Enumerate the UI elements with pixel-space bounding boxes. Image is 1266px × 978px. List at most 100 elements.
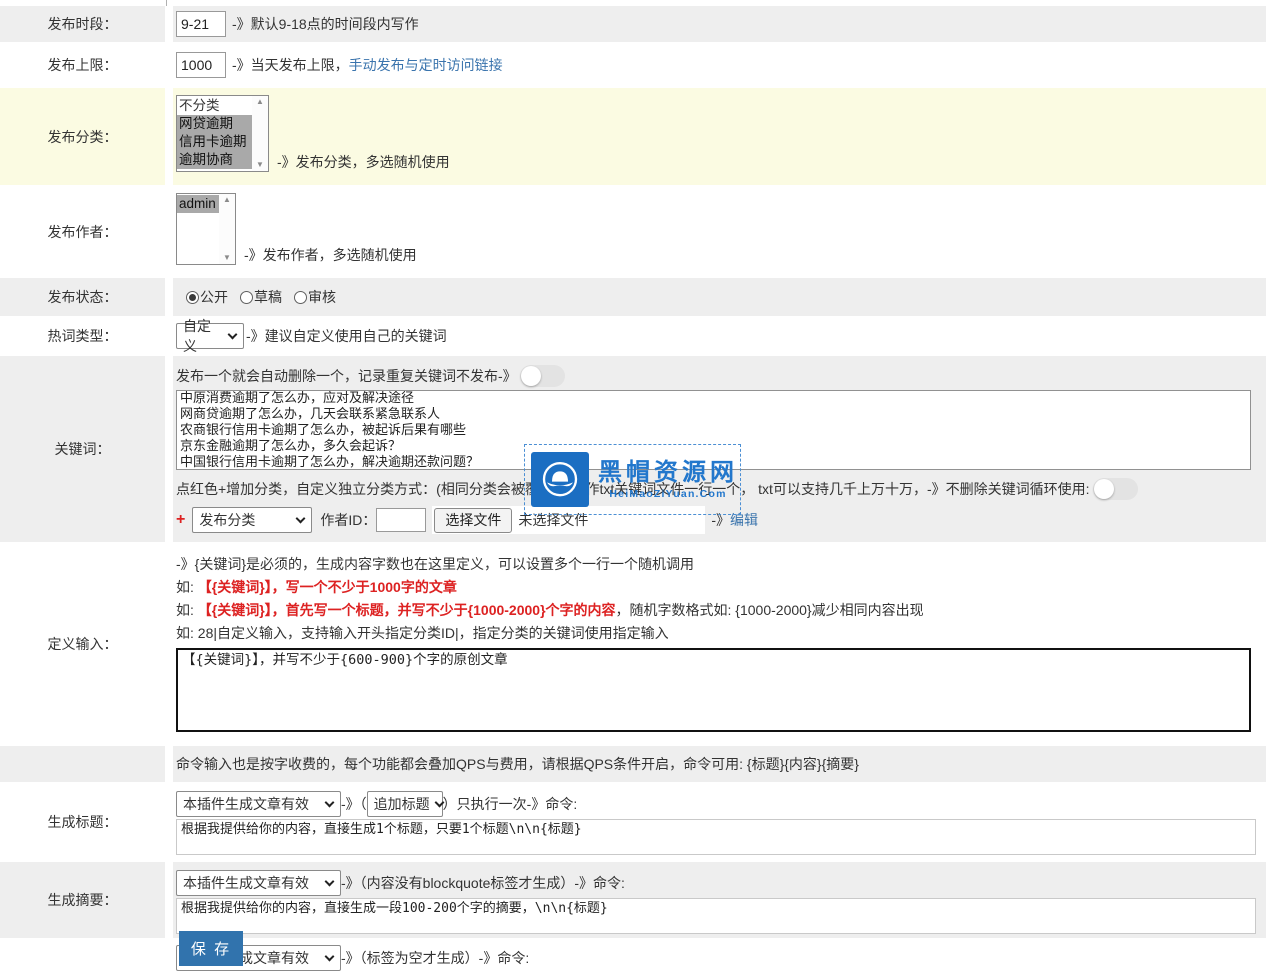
author-id-label: 作者ID： xyxy=(320,510,376,530)
custom-input-content: -》{关键词}是必须的，生成内容字数也在这里定义，可以设置多个一行一个随机调用 … xyxy=(173,542,1266,746)
category-option-uncategorized[interactable]: 不分类 xyxy=(177,97,252,115)
custom-input-label: 定义输入： xyxy=(0,542,165,746)
command-note-content: 命令输入也是按字收费的，每个功能都会叠加QPS与费用，请根据QPS条件开启，命令… xyxy=(173,746,1266,782)
publish-time-input[interactable] xyxy=(176,11,226,37)
radio-public-icon[interactable] xyxy=(186,291,199,304)
generate-tag-label-empty xyxy=(0,938,165,978)
column-gutter xyxy=(165,278,173,316)
keywords-content: 发布一个就会自动删除一个，记录重复关键词不发布-》 中原消费逾期了怎么办，应对及… xyxy=(173,356,1266,542)
author-option-admin[interactable]: admin xyxy=(177,195,219,213)
generate-tag-content: 本插件生成文章有效 -》（标签为空才生成）-》命令: xyxy=(173,938,1266,978)
keywords-toggle-line: 发布一个就会自动删除一个，记录重复关键词不发布-》 xyxy=(176,365,1266,387)
category-option-negotiate[interactable]: 逾期协商 xyxy=(177,151,252,169)
author-options: admin xyxy=(177,194,219,264)
publish-category-content: 不分类 网贷逾期 信用卡逾期 逾期协商 ▲ ▼ -》发布分类，多选随机使用 xyxy=(173,88,1266,185)
custom-input-example2: 如: 【{关键词}】，首先写一个标题，并写不少于{1000-2000}个字的内容… xyxy=(176,599,1266,622)
row-publish-category: 发布分类： 不分类 网贷逾期 信用卡逾期 逾期协商 ▲ ▼ -》发布分类，多选随… xyxy=(0,88,1266,185)
choose-file-button[interactable]: 选择文件 xyxy=(434,508,512,533)
column-gutter xyxy=(165,356,173,542)
hotword-type-label: 热词类型： xyxy=(0,316,165,356)
append-title-selected: 追加标题 xyxy=(374,794,430,814)
chevron-down-icon xyxy=(325,876,335,886)
radio-review[interactable]: 审核 xyxy=(294,287,336,307)
generate-abstract-controls: 本插件生成文章有效 -》（内容没有blockquote标签才生成）-》命令: xyxy=(176,870,1266,896)
category-option-netloan[interactable]: 网贷逾期 xyxy=(177,115,252,133)
row-keywords: 关键词： 发布一个就会自动删除一个，记录重复关键词不发布-》 中原消费逾期了怎么… xyxy=(0,356,1266,542)
publish-author-hint: -》发布作者，多选随机使用 xyxy=(244,245,417,265)
hotword-type-select[interactable]: 自定义 xyxy=(176,323,244,349)
edit-arrow-text: -》 xyxy=(711,510,730,530)
hotword-type-content: 自定义 -》建议自定义使用自己的关键词 xyxy=(173,316,1266,356)
generate-title-controls: 本插件生成文章有效 -》（ 追加标题 ）只执行一次-》命令: xyxy=(176,791,1266,817)
edit-link[interactable]: 编辑 xyxy=(730,510,758,530)
hotword-type-hint: -》建议自定义使用自己的关键词 xyxy=(246,326,447,346)
keyword-category-select[interactable]: 发布分类 xyxy=(192,507,312,533)
command-note-text: 命令输入也是按字收费的，每个功能都会叠加QPS与费用，请根据QPS条件开启，命令… xyxy=(176,754,859,774)
column-gutter xyxy=(165,185,173,278)
custom-input-line1: -》{关键词}是必须的，生成内容字数也在这里定义，可以设置多个一行一个随机调用 xyxy=(176,553,1266,575)
publish-limit-label: 发布上限： xyxy=(0,42,165,88)
publish-author-multiselect[interactable]: admin ▲ ▼ xyxy=(176,193,236,265)
scroll-up-icon[interactable]: ▲ xyxy=(223,196,231,204)
generate-abstract-mid: -》（内容没有blockquote标签才生成）-》命令: xyxy=(341,873,625,893)
keyword-category-selected: 发布分类 xyxy=(199,510,255,530)
example-prefix: 如: xyxy=(176,602,198,618)
chevron-down-icon xyxy=(228,329,238,339)
manual-publish-link[interactable]: 手动发布与定时访问链接 xyxy=(349,55,503,75)
keywords-note-text: 点红色+增加分类，自定义独立分类方式：(相同分类会被覆盖)，制作txt关键词文件… xyxy=(176,479,1090,499)
column-gutter xyxy=(165,862,173,938)
keywords-textarea[interactable]: 中原消费逾期了怎么办，应对及解决途径 网商贷逾期了怎么办，几天会联系紧急联系人 … xyxy=(176,390,1251,470)
publish-category-multiselect[interactable]: 不分类 网贷逾期 信用卡逾期 逾期协商 ▲ ▼ xyxy=(176,95,269,172)
hotword-type-selected: 自定义 xyxy=(183,316,223,356)
keywords-toggle-text: 发布一个就会自动删除一个，记录重复关键词不发布-》 xyxy=(176,366,517,386)
category-option-creditcard[interactable]: 信用卡逾期 xyxy=(177,133,252,151)
example-prefix: 如: xyxy=(176,579,198,595)
generate-abstract-command-textarea[interactable]: 根据我提供给你的内容，直接生成一段100-200个字的摘要，\n\n{标题} xyxy=(176,898,1256,934)
multiselect-scrollbar[interactable]: ▲ ▼ xyxy=(219,194,235,264)
radio-review-icon[interactable] xyxy=(294,291,307,304)
radio-draft-icon[interactable] xyxy=(240,291,253,304)
scroll-down-icon[interactable]: ▼ xyxy=(223,254,231,262)
generate-abstract-mode-select[interactable]: 本插件生成文章有效 xyxy=(176,870,341,896)
multiselect-scrollbar[interactable]: ▲ ▼ xyxy=(252,96,268,171)
row-publish-status: 发布状态： 公开 草稿 审核 xyxy=(0,278,1266,316)
column-gutter xyxy=(165,746,173,782)
radio-draft[interactable]: 草稿 xyxy=(240,287,282,307)
scroll-up-icon[interactable]: ▲ xyxy=(256,98,264,106)
auto-delete-toggle[interactable] xyxy=(520,365,565,387)
file-status-text: 未选择文件 xyxy=(518,510,588,530)
row-publish-time: 发布时段： -》默认9-18点的时间段内写作 xyxy=(0,6,1266,42)
publish-limit-content: -》当天发布上限， 手动发布与定时访问链接 xyxy=(173,42,1266,88)
row-command-note: 命令输入也是按字收费的，每个功能都会叠加QPS与费用，请根据QPS条件开启，命令… xyxy=(0,746,1266,782)
publish-limit-hint: -》当天发布上限， xyxy=(232,55,349,75)
publish-category-hint: -》发布分类，多选随机使用 xyxy=(277,152,450,172)
custom-input-example1: 如: 【{关键词}】，写一个不少于1000字的文章 xyxy=(176,575,1266,599)
keyword-file-input: 选择文件 未选择文件 xyxy=(432,506,705,534)
save-button[interactable]: 保 存 xyxy=(179,931,243,966)
author-id-input[interactable] xyxy=(376,508,426,532)
generate-title-command-textarea[interactable]: 根据我提供给你的内容，直接生成1个标题，只要1个标题\n\n{标题} xyxy=(176,819,1256,855)
generate-title-mode-select[interactable]: 本插件生成文章有效 xyxy=(176,791,341,817)
column-gutter xyxy=(165,782,173,862)
radio-review-label: 审核 xyxy=(308,289,336,305)
append-title-select[interactable]: 追加标题 xyxy=(367,791,443,817)
example3-text: 28|自定义输入，支持输入开头指定分类ID|，指定分类的关键词使用指定输入 xyxy=(198,625,669,641)
publish-author-label: 发布作者： xyxy=(0,185,165,278)
publish-status-label: 发布状态： xyxy=(0,278,165,316)
generate-abstract-mode-selected: 本插件生成文章有效 xyxy=(183,873,309,893)
scroll-down-icon[interactable]: ▼ xyxy=(256,161,264,169)
keep-keywords-toggle[interactable] xyxy=(1093,478,1138,500)
generate-title-mid2: ）只执行一次-》命令: xyxy=(443,794,578,814)
row-hotword-type: 热词类型： 自定义 -》建议自定义使用自己的关键词 xyxy=(0,316,1266,356)
add-category-button[interactable]: + xyxy=(176,511,185,529)
publish-status-content: 公开 草稿 审核 xyxy=(173,278,1266,316)
radio-public[interactable]: 公开 xyxy=(186,287,228,307)
publish-limit-input[interactable] xyxy=(176,52,226,78)
row-publish-limit: 发布上限： -》当天发布上限， 手动发布与定时访问链接 xyxy=(0,42,1266,88)
custom-input-textarea[interactable]: 【{关键词}】，并写不少于{600-900}个字的原创文章 xyxy=(176,648,1251,732)
column-gutter xyxy=(165,42,173,88)
example-prefix: 如: xyxy=(176,625,198,641)
generate-tag-mid: -》（标签为空才生成）-》命令: xyxy=(341,948,529,968)
generate-title-mode-selected: 本插件生成文章有效 xyxy=(183,794,309,814)
column-gutter xyxy=(165,88,173,185)
